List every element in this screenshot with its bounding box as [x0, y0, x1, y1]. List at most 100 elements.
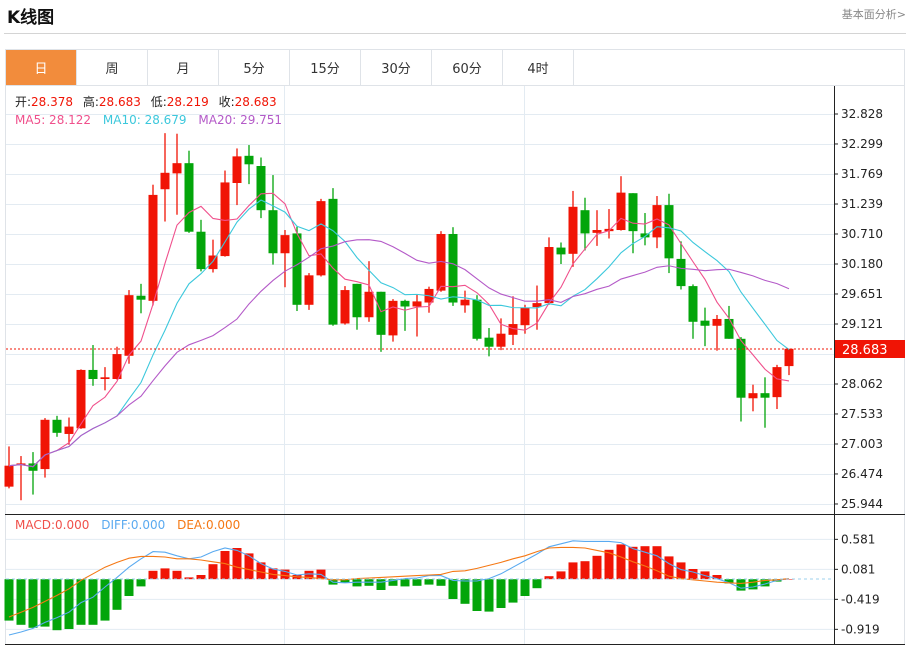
candle-body — [484, 337, 494, 347]
candle-body — [784, 348, 794, 367]
open-label: 开: — [15, 95, 31, 109]
candle[interactable] — [688, 284, 698, 339]
candle[interactable] — [124, 290, 134, 364]
candle[interactable] — [136, 283, 146, 314]
open-value: 28.378 — [31, 95, 73, 109]
macd-bar — [160, 568, 170, 580]
candle[interactable] — [148, 184, 158, 306]
candle[interactable] — [592, 210, 602, 246]
candle[interactable] — [328, 188, 338, 326]
candle[interactable] — [400, 299, 410, 331]
candle-body — [316, 201, 326, 276]
candle[interactable] — [556, 242, 566, 265]
candle[interactable] — [196, 219, 206, 272]
ohlc-legend: 开:28.378 高:28.683 低:28.219 收:28.683 — [15, 94, 277, 109]
candle[interactable] — [700, 307, 710, 347]
macd-bar — [376, 579, 386, 590]
candle-body — [340, 290, 350, 324]
candle-body — [280, 235, 290, 254]
candle[interactable] — [616, 176, 626, 231]
candle[interactable] — [64, 417, 74, 445]
candle-body — [100, 377, 110, 380]
candle[interactable] — [340, 286, 350, 325]
candle[interactable] — [424, 286, 434, 313]
y-tick-label: 30.710 — [841, 227, 883, 241]
candle[interactable] — [304, 273, 314, 310]
candle[interactable] — [100, 367, 110, 391]
candle-body — [4, 465, 14, 487]
macd-bar — [736, 579, 746, 591]
candle[interactable] — [160, 133, 170, 222]
ma-legend: MA5: 28.122 MA10: 28.679 MA20: 29.751 — [15, 113, 282, 127]
candle[interactable] — [256, 157, 266, 219]
candle-body — [448, 233, 458, 303]
candle-body — [592, 230, 602, 233]
candle[interactable] — [496, 318, 506, 351]
candle-body — [232, 156, 242, 183]
candle[interactable] — [772, 364, 782, 410]
candle[interactable] — [568, 190, 578, 267]
macd-bar — [520, 579, 530, 596]
candle[interactable] — [40, 418, 50, 478]
candle[interactable] — [268, 175, 278, 265]
candle[interactable] — [316, 198, 326, 277]
candle[interactable] — [388, 299, 398, 342]
candle[interactable] — [724, 305, 734, 339]
candle[interactable] — [484, 328, 494, 357]
last-price-label: 28.683 — [842, 343, 888, 358]
candle[interactable] — [376, 291, 386, 352]
candle[interactable] — [784, 348, 794, 376]
y-tick-label: 29.651 — [841, 287, 883, 301]
low-label: 低: — [151, 95, 167, 109]
macd-bar — [172, 570, 182, 580]
candle-body — [472, 299, 482, 339]
candle-body — [400, 300, 410, 307]
candle[interactable] — [664, 193, 674, 274]
candle[interactable] — [748, 384, 758, 412]
candle-body — [664, 205, 674, 259]
macd-bar — [424, 579, 434, 585]
candle-body — [388, 300, 398, 336]
high-value: 28.683 — [99, 95, 141, 109]
macd-bar — [148, 570, 158, 580]
candle-body — [496, 333, 506, 347]
candle[interactable] — [736, 337, 746, 422]
candle-body — [772, 367, 782, 398]
low-value: 28.219 — [167, 95, 209, 109]
candle-body — [148, 194, 158, 301]
candle-body — [652, 205, 662, 238]
candle[interactable] — [640, 213, 650, 246]
candle[interactable] — [352, 283, 362, 330]
candle[interactable] — [184, 150, 194, 233]
candle-body — [568, 206, 578, 254]
candle[interactable] — [88, 345, 98, 386]
candle-body — [136, 295, 146, 300]
macd-bar — [652, 546, 662, 580]
candle[interactable] — [580, 197, 590, 251]
candle[interactable] — [16, 456, 26, 501]
candle[interactable] — [652, 196, 662, 249]
candle[interactable] — [280, 230, 290, 288]
candle[interactable] — [712, 314, 722, 351]
candle[interactable] — [52, 415, 62, 437]
y-tick-label: 27.533 — [841, 407, 883, 421]
candle[interactable] — [448, 227, 458, 306]
candle-body — [700, 320, 710, 326]
candle[interactable] — [544, 237, 554, 305]
kline-chart[interactable]: 32.828 32.299 31.769 31.239 30.710 30.180 29.6… — [0, 0, 910, 646]
candle-body — [160, 172, 170, 190]
candle[interactable] — [28, 452, 38, 495]
candle[interactable] — [460, 290, 470, 313]
candle[interactable] — [412, 294, 422, 337]
candle-body — [736, 338, 746, 398]
candle[interactable] — [232, 148, 242, 206]
candle-body — [520, 307, 530, 326]
candle-body — [40, 419, 50, 470]
candle[interactable] — [508, 296, 518, 346]
candle-body — [268, 210, 278, 254]
macd-bar — [16, 579, 26, 625]
macd-bar — [508, 579, 518, 603]
candle[interactable] — [244, 145, 254, 185]
candle[interactable] — [220, 170, 230, 257]
candle-body — [580, 210, 590, 234]
